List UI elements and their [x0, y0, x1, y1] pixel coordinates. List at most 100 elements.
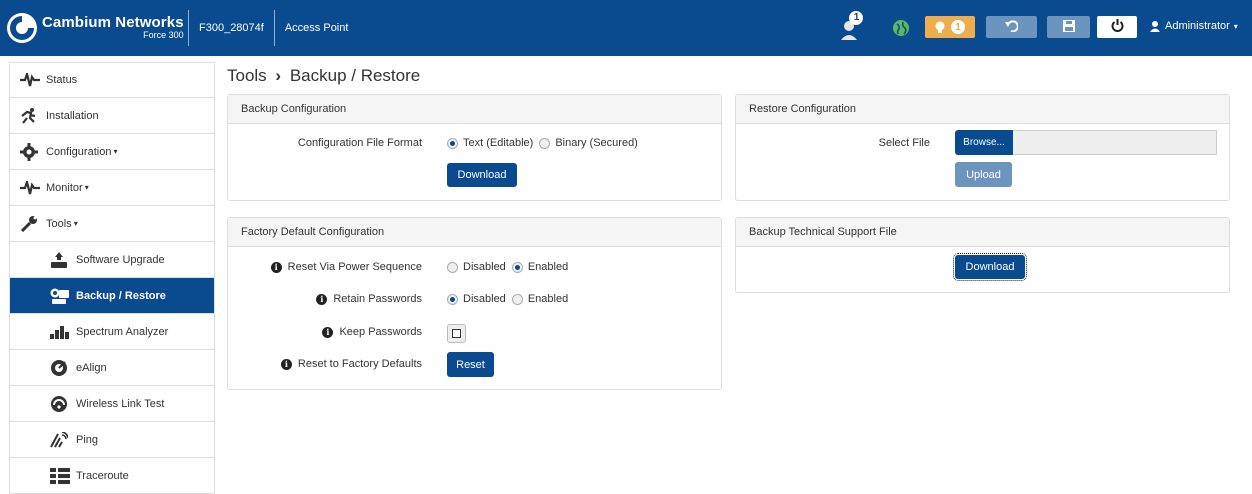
sidebar-item-label: Installation: [46, 109, 99, 122]
undo-icon: [1005, 19, 1019, 35]
retain-passwords-label: Retain Passwords: [333, 293, 422, 305]
brand[interactable]: Cambium Networks Force 300: [0, 0, 188, 56]
panel-heading: Factory Default Configuration: [228, 218, 721, 247]
format-binary-radio[interactable]: [539, 137, 551, 149]
breadcrumb-page: Backup / Restore: [289, 66, 421, 85]
backup-configuration-panel: Backup Configuration Configuration File …: [227, 94, 722, 201]
ealign-icon: [50, 359, 72, 377]
notification-count: 1: [853, 12, 860, 23]
traceroute-icon: [50, 467, 72, 485]
sidebar-item-software-upgrade[interactable]: Software Upgrade: [9, 242, 215, 278]
installation-icon: [20, 107, 42, 125]
panel-heading: Restore Configuration: [736, 95, 1229, 124]
breadcrumb-separator: ›: [275, 66, 282, 85]
reset-button[interactable]: Reset: [447, 352, 494, 377]
sidebar-item-monitor[interactable]: Monitor ▾: [9, 170, 215, 206]
gear-icon: [20, 142, 42, 161]
reset-power-enabled-radio[interactable]: [511, 261, 523, 273]
user-menu[interactable]: Administrator ▾: [1150, 20, 1238, 32]
sidebar-item-wireless-link-test[interactable]: Wireless Link Test: [9, 386, 215, 422]
power-icon: [1111, 19, 1124, 35]
sidebar-item-label: Status: [46, 74, 78, 86]
info-icon[interactable]: i: [322, 326, 334, 338]
monitor-icon: [20, 179, 42, 197]
sidebar: Status Installation Configuration ▾ Moni…: [9, 62, 215, 494]
upload-button[interactable]: Upload: [955, 162, 1012, 187]
reset-power-label: Reset Via Power Sequence: [287, 261, 422, 273]
sidebar-item-label: Ping: [76, 433, 99, 446]
format-text-label: Text (Editable): [463, 137, 534, 149]
alert-count: 1: [951, 20, 965, 34]
retain-enabled-radio[interactable]: [511, 293, 523, 305]
sidebar-item-label: Backup / Restore: [76, 289, 166, 302]
reset-power-disabled-label: Disabled: [463, 261, 506, 273]
sidebar-item-installation[interactable]: Installation: [9, 98, 215, 134]
spectrum-icon: [50, 323, 72, 341]
sidebar-item-spectrum-analyzer[interactable]: Spectrum Analyzer: [9, 314, 215, 350]
sidebar-item-label: Traceroute: [76, 469, 129, 482]
reset-defaults-label: Reset to Factory Defaults: [297, 358, 422, 370]
sidebar-item-tools[interactable]: Tools ▾: [9, 206, 215, 242]
chevron-down-icon: ▾: [113, 147, 118, 156]
panel-heading: Backup Configuration: [228, 95, 721, 124]
info-icon[interactable]: i: [270, 261, 282, 273]
undo-button[interactable]: [986, 16, 1037, 38]
reset-power-enabled-label: Enabled: [527, 261, 569, 273]
sidebar-item-ping[interactable]: Ping: [9, 422, 215, 458]
restore-configuration-panel: Restore Configuration Select File Browse…: [735, 94, 1230, 201]
format-text-radio[interactable]: [447, 137, 458, 149]
sidebar-item-label: Tools: [46, 217, 72, 230]
upgrade-icon: [50, 251, 72, 269]
ping-icon: [50, 431, 72, 449]
brand-name: Cambium Networks: [42, 14, 184, 32]
wrench-icon: [20, 215, 42, 233]
download-config-button[interactable]: Download: [447, 163, 517, 187]
reset-power-disabled-radio[interactable]: [447, 261, 458, 273]
save-icon: [1062, 19, 1075, 35]
user-notification-icon[interactable]: 1: [838, 10, 864, 44]
keep-passwords-label: Keep Passwords: [339, 326, 422, 338]
link-test-icon: [50, 395, 72, 413]
page-title: Tools › Backup / Restore: [227, 66, 420, 86]
format-binary-label: Binary (Secured): [555, 137, 638, 149]
sidebar-item-ealign[interactable]: eAlign: [9, 350, 215, 386]
reboot-button[interactable]: [1097, 16, 1137, 38]
sidebar-item-label: Software Upgrade: [76, 253, 165, 266]
retain-enabled-label: Enabled: [527, 293, 569, 305]
top-navbar: Cambium Networks Force 300 F300_28074f A…: [0, 0, 1252, 56]
user-name: Administrator: [1165, 20, 1230, 32]
browse-button[interactable]: Browse...: [955, 130, 1013, 155]
sidebar-item-label: Monitor: [46, 181, 83, 194]
cambium-logo-icon: [6, 12, 38, 44]
info-icon[interactable]: i: [280, 358, 292, 370]
retain-disabled-label: Disabled: [463, 293, 506, 305]
retain-disabled-radio[interactable]: [447, 293, 458, 305]
status-icon: [20, 71, 42, 89]
sidebar-item-configuration[interactable]: Configuration ▾: [9, 134, 215, 170]
factory-default-panel: Factory Default Configuration i Reset Vi…: [227, 217, 722, 390]
globe-icon[interactable]: [892, 19, 910, 37]
sidebar-item-label: Spectrum Analyzer: [76, 325, 169, 338]
chevron-down-icon: ▾: [73, 219, 78, 228]
brand-subtitle: Force 300: [143, 30, 184, 41]
sidebar-item-label: eAlign: [76, 361, 107, 374]
sidebar-item-label: Wireless Link Test: [76, 397, 165, 410]
save-button[interactable]: [1047, 16, 1090, 38]
sidebar-item-backup-restore[interactable]: Backup / Restore: [9, 278, 215, 314]
chevron-down-icon: ▾: [84, 183, 89, 192]
alerts-button[interactable]: 1: [925, 16, 975, 38]
device-name: F300_28074f: [199, 22, 264, 34]
tech-support-panel: Backup Technical Support File Download: [735, 217, 1230, 293]
select-file-label: Select File: [878, 137, 930, 149]
sidebar-item-label: Configuration: [46, 145, 112, 158]
file-path-field[interactable]: [1013, 130, 1217, 155]
user-icon: [1150, 20, 1160, 32]
lightbulb-icon: [935, 21, 945, 34]
sidebar-item-status[interactable]: Status: [9, 62, 215, 98]
info-icon[interactable]: i: [316, 293, 328, 305]
config-format-label: Configuration File Format: [297, 137, 422, 149]
panel-heading: Backup Technical Support File: [736, 218, 1229, 247]
download-support-file-button[interactable]: Download: [953, 253, 1027, 281]
chevron-down-icon: ▾: [1233, 21, 1238, 31]
keep-passwords-checkbox[interactable]: [447, 324, 466, 343]
